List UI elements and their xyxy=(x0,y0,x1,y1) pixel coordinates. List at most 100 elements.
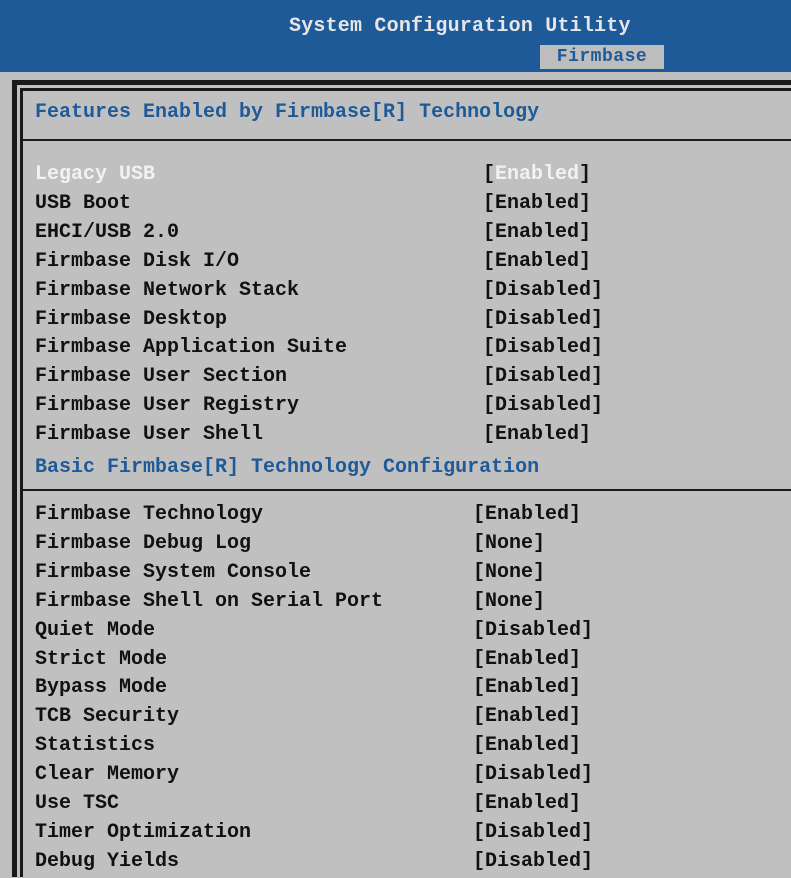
setting-value-text: Disabled xyxy=(495,394,592,418)
setting-value-text: Disabled xyxy=(495,278,592,302)
setting-value[interactable]: [Enabled] xyxy=(473,648,581,671)
setting-label: Statistics xyxy=(35,734,156,758)
setting-value-text: Disabled xyxy=(485,820,582,844)
bracket-open: [ xyxy=(483,423,496,447)
bracket-close: ] xyxy=(591,365,604,389)
setting-value[interactable]: [Disabled] xyxy=(483,308,603,331)
setting-value-text: Enabled xyxy=(495,191,580,215)
setting-row[interactable]: Clear Memory [Disabled] xyxy=(35,763,775,791)
section-divider xyxy=(23,139,791,141)
setting-row[interactable]: EHCI/USB 2.0 [Enabled] xyxy=(35,221,775,249)
setting-value-text: Enabled xyxy=(485,647,570,671)
bracket-close: ] xyxy=(579,249,592,273)
setting-value[interactable]: [None] xyxy=(473,532,545,555)
setting-value[interactable]: [Disabled] xyxy=(483,394,603,417)
bracket-close: ] xyxy=(579,163,592,186)
setting-row[interactable]: Firmbase User Shell [Enabled] xyxy=(35,423,775,451)
bracket-open: [ xyxy=(473,792,486,815)
setting-value-text: None xyxy=(485,589,534,613)
bracket-open: [ xyxy=(473,705,486,729)
setting-row[interactable]: Legacy USB [Enabled] xyxy=(35,163,775,191)
setting-value[interactable]: [Disabled] xyxy=(483,365,603,388)
setting-label: Firmbase Application Suite xyxy=(35,336,348,360)
setting-value[interactable]: [Enabled] xyxy=(473,734,581,757)
bracket-close: ] xyxy=(533,531,546,555)
setting-label: TCB Security xyxy=(35,705,180,729)
setting-value-text: None xyxy=(485,560,534,584)
setting-value[interactable]: [None] xyxy=(473,561,545,584)
app-title: System Configuration Utility xyxy=(289,15,631,38)
tab-firmbase[interactable]: Firmbase xyxy=(540,45,664,69)
setting-row[interactable]: Strict Mode [Enabled] xyxy=(35,648,775,676)
bracket-close: ] xyxy=(579,220,592,244)
setting-label: Clear Memory xyxy=(35,763,180,787)
setting-value[interactable]: [Disabled] xyxy=(473,763,593,786)
bracket-close: ] xyxy=(533,589,546,613)
setting-value[interactable]: [None] xyxy=(473,590,545,613)
bracket-close: ] xyxy=(591,307,604,331)
setting-value[interactable]: [Enabled] xyxy=(473,503,581,526)
header-bar: System Configuration Utility Firmbase xyxy=(0,0,791,75)
setting-value-text: Enabled xyxy=(485,676,570,700)
setting-value[interactable]: [Disabled] xyxy=(473,850,593,873)
setting-row[interactable]: Timer Optimization [Disabled] xyxy=(35,821,775,849)
setting-value-text: Enabled xyxy=(485,503,570,526)
setting-row[interactable]: Firmbase Debug Log [None] xyxy=(35,532,775,560)
bracket-close: ] xyxy=(569,705,582,729)
bracket-open: [ xyxy=(483,336,496,360)
setting-value-text: Disabled xyxy=(495,365,592,389)
setting-value[interactable]: [Disabled] xyxy=(473,821,593,844)
setting-row[interactable]: Firmbase Network Stack [Disabled] xyxy=(35,279,775,307)
setting-row[interactable]: Use TSC [Enabled] xyxy=(35,792,775,820)
setting-value[interactable]: [Enabled] xyxy=(483,250,591,273)
setting-label: Strict Mode xyxy=(35,647,168,671)
setting-row[interactable]: Firmbase Technology [Enabled] xyxy=(35,503,775,531)
setting-value[interactable]: [Enabled] xyxy=(483,423,591,446)
setting-row[interactable]: Firmbase System Console [None] xyxy=(35,561,775,589)
setting-row[interactable]: USB Boot [Enabled] xyxy=(35,192,775,220)
setting-value[interactable]: [Enabled] xyxy=(473,705,581,728)
setting-value[interactable]: [Enabled] xyxy=(473,792,581,815)
setting-row[interactable]: Firmbase Application Suite [Disabled] xyxy=(35,336,775,364)
setting-row[interactable]: Debug Yields [Disabled] xyxy=(35,850,775,878)
section-title-features: Features Enabled by Firmbase[R] Technolo… xyxy=(35,101,540,124)
setting-row[interactable]: Statistics [Enabled] xyxy=(35,734,775,762)
setting-value[interactable]: [Disabled] xyxy=(483,336,603,359)
section-title-basic-config: Basic Firmbase[R] Technology Configurati… xyxy=(35,456,540,479)
setting-row[interactable]: Firmbase User Section [Disabled] xyxy=(35,365,775,393)
setting-label: Firmbase Desktop xyxy=(35,307,228,331)
bracket-close: ] xyxy=(533,560,546,584)
setting-value[interactable]: [Enabled] xyxy=(483,163,591,186)
bracket-close: ] xyxy=(581,820,594,844)
setting-value-text: None xyxy=(485,531,534,555)
setting-value-text: Enabled xyxy=(485,734,570,758)
bracket-close: ] xyxy=(569,676,582,700)
setting-value-text: Enabled xyxy=(495,163,580,186)
setting-value[interactable]: [Enabled] xyxy=(473,676,581,699)
setting-label: Firmbase User Registry xyxy=(35,394,300,418)
setting-value[interactable]: [Enabled] xyxy=(483,221,591,244)
setting-value[interactable]: [Disabled] xyxy=(483,279,603,302)
setting-label: Firmbase Disk I/O xyxy=(35,249,240,273)
bracket-close: ] xyxy=(579,191,592,215)
setting-value-text: Enabled xyxy=(485,705,570,729)
setting-label: Use TSC xyxy=(35,792,120,815)
setting-row[interactable]: TCB Security [Enabled] xyxy=(35,705,775,733)
bracket-close: ] xyxy=(579,423,592,447)
setting-row[interactable]: Quiet Mode [Disabled] xyxy=(35,619,775,647)
setting-value-text: Disabled xyxy=(485,763,582,787)
setting-row[interactable]: Firmbase Disk I/O [Enabled] xyxy=(35,250,775,278)
setting-value[interactable]: [Enabled] xyxy=(483,192,591,215)
setting-row[interactable]: Firmbase Desktop [Disabled] xyxy=(35,308,775,336)
bracket-close: ] xyxy=(569,792,582,815)
setting-value-text: Disabled xyxy=(495,307,592,331)
setting-row[interactable]: Bypass Mode [Enabled] xyxy=(35,676,775,704)
bracket-open: [ xyxy=(473,849,486,873)
bracket-close: ] xyxy=(591,394,604,418)
setting-label: Debug Yields xyxy=(35,849,180,873)
setting-label: Firmbase User Shell xyxy=(35,423,264,447)
setting-value[interactable]: [Disabled] xyxy=(473,619,593,642)
bracket-open: [ xyxy=(473,734,486,758)
setting-row[interactable]: Firmbase User Registry [Disabled] xyxy=(35,394,775,422)
setting-row[interactable]: Firmbase Shell on Serial Port [None] xyxy=(35,590,775,618)
